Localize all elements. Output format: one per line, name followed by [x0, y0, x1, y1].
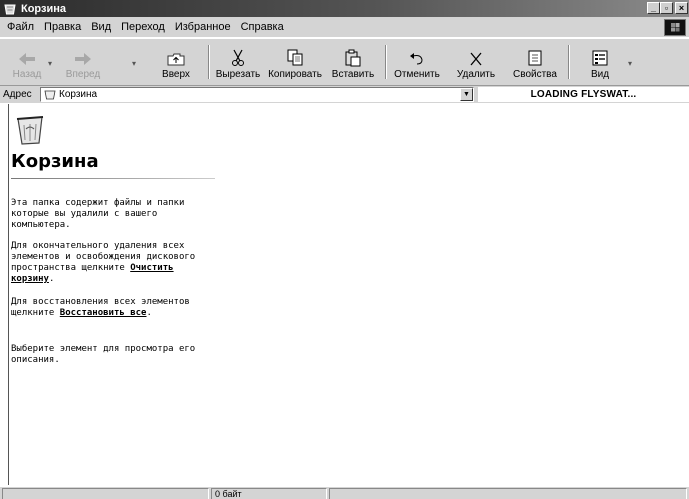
- toolbar-separator: [208, 45, 210, 79]
- recycle-bin-icon: [12, 111, 48, 147]
- delete-x-icon: [470, 52, 482, 66]
- minimize-button[interactable]: _: [647, 2, 660, 14]
- title-bar: Корзина _ ▫ ×: [0, 0, 689, 17]
- delete-label: Удалить: [456, 69, 496, 80]
- menu-edit[interactable]: Правка: [39, 21, 86, 33]
- panel-title: Корзина: [11, 151, 99, 172]
- paste-button[interactable]: Вставить: [328, 41, 378, 84]
- properties-button[interactable]: Свойства: [510, 41, 560, 84]
- menu-favorites[interactable]: Избранное: [170, 21, 236, 33]
- view-dropdown[interactable]: ▾: [628, 59, 632, 68]
- up-label: Вверх: [162, 69, 190, 80]
- status-bar: 0 байт: [0, 486, 689, 499]
- web-view-panel: Корзина Эта папка содержит файлы и папки…: [9, 105, 219, 425]
- status-pane-zone: [329, 488, 687, 499]
- maximize-button[interactable]: ▫: [660, 2, 673, 14]
- properties-label: Свойства: [513, 69, 557, 80]
- cut-button[interactable]: Вырезать: [214, 41, 262, 84]
- address-field[interactable]: Корзина ▼: [40, 87, 474, 102]
- windows-logo-throbber: [664, 19, 686, 36]
- up-folder-icon: [167, 53, 185, 66]
- restore-paragraph: Для восстановления всех элементов щелкни…: [11, 297, 216, 319]
- menu-view[interactable]: Вид: [86, 21, 116, 33]
- copy-button[interactable]: Копировать: [266, 41, 324, 84]
- copy-label: Копировать: [268, 69, 322, 80]
- recycle-bin-icon: [44, 89, 56, 100]
- restore-all-link[interactable]: Восстановить все: [60, 308, 147, 318]
- forward-dropdown[interactable]: ▾: [132, 59, 136, 68]
- back-dropdown[interactable]: ▾: [48, 59, 52, 68]
- empty-bin-paragraph: Для окончательного удаления всех элемент…: [11, 241, 216, 285]
- view-label: Вид: [590, 69, 610, 80]
- menu-file[interactable]: Файл: [2, 21, 39, 33]
- period: .: [48, 274, 55, 284]
- period: .: [146, 308, 152, 318]
- paste-icon: [345, 49, 361, 67]
- forward-arrow-icon: [75, 53, 91, 65]
- select-hint: Выберите элемент для просмотра его описа…: [11, 344, 196, 365]
- address-label: Адрес: [3, 89, 32, 100]
- paste-label: Вставить: [331, 69, 375, 80]
- panel-divider: [11, 178, 215, 179]
- up-button[interactable]: Вверх: [158, 41, 194, 84]
- view-icon: [592, 50, 608, 66]
- recycle-bin-icon: [3, 2, 17, 15]
- scissors-icon: [232, 49, 244, 66]
- back-button[interactable]: Назад: [10, 41, 44, 84]
- flyswat-status: LOADING FLYSWAT...: [478, 87, 689, 102]
- close-button[interactable]: ×: [675, 2, 688, 14]
- standard-toolbar: Назад ▾ Вперед ▾ Вверх Вырезать Копирова…: [0, 38, 689, 86]
- delete-button[interactable]: Удалить: [454, 41, 498, 84]
- view-button[interactable]: Вид: [586, 41, 614, 84]
- panel-description: Эта папка содержит файлы и папки которые…: [11, 198, 185, 230]
- undo-icon: [410, 53, 423, 65]
- forward-button[interactable]: Вперед: [60, 41, 106, 84]
- menu-go[interactable]: Переход: [116, 21, 170, 33]
- address-value: Корзина: [59, 89, 98, 100]
- properties-icon: [528, 50, 542, 66]
- menu-bar: Файл Правка Вид Переход Избранное Справк…: [0, 17, 689, 37]
- address-dropdown-button[interactable]: ▼: [460, 88, 473, 101]
- status-size: 0 байт: [211, 488, 327, 499]
- status-pane-main: [2, 488, 209, 499]
- back-arrow-icon: [19, 53, 35, 65]
- forward-label: Вперед: [65, 69, 101, 80]
- menu-help[interactable]: Справка: [236, 21, 289, 33]
- back-label: Назад: [12, 69, 42, 80]
- window-controls: _ ▫ ×: [647, 2, 688, 14]
- cut-label: Вырезать: [215, 69, 261, 80]
- toolbar-separator: [568, 45, 570, 79]
- undo-label: Отменить: [394, 69, 440, 80]
- undo-button[interactable]: Отменить: [392, 41, 442, 84]
- copy-icon: [287, 49, 303, 66]
- window-title: Корзина: [21, 2, 66, 15]
- toolbar-separator: [385, 45, 387, 79]
